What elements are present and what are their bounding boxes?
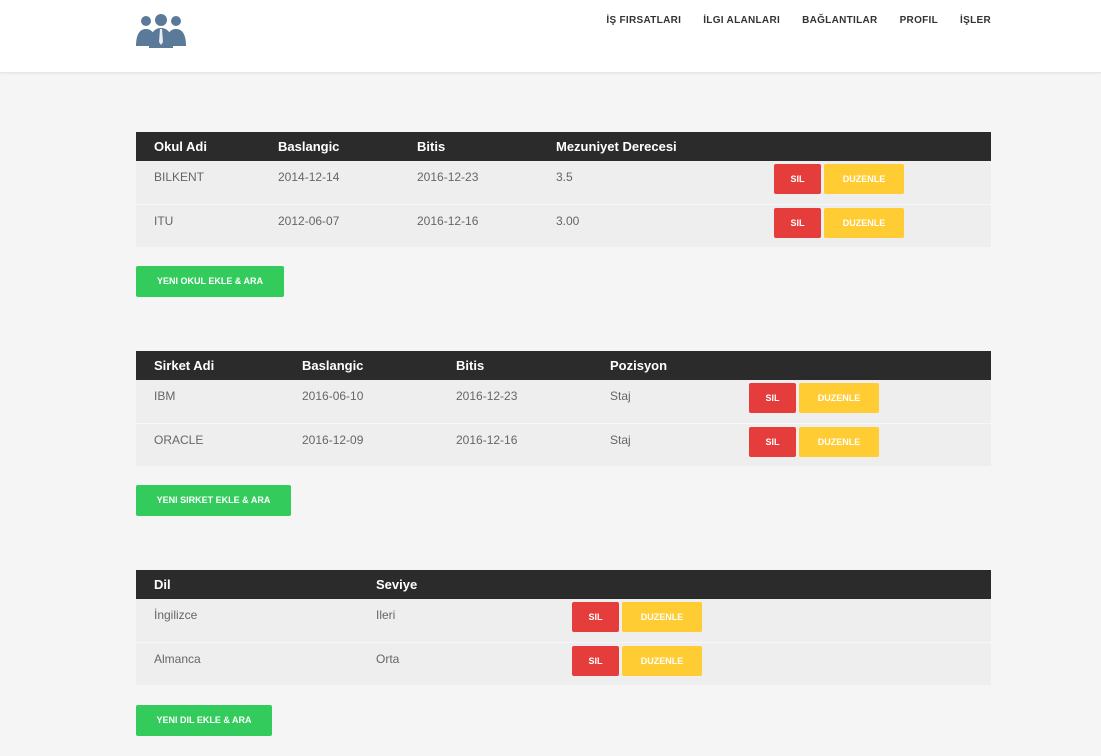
table-header-row: Sirket Adi Baslangic Bitis Pozisyon bbox=[136, 351, 991, 380]
delete-button[interactable]: SIL bbox=[572, 602, 619, 632]
table-cell: Ileri bbox=[376, 608, 396, 622]
table-cell: Orta bbox=[358, 641, 554, 685]
add-language-button[interactable]: YENI DIL EKLE & ARA bbox=[136, 705, 272, 736]
education-table: Okul Adi Baslangic Bitis Mezuniyet Derec… bbox=[136, 132, 991, 247]
table-cell: Staj bbox=[592, 422, 731, 466]
row-actions: SIL DUZENLE bbox=[731, 422, 991, 466]
table-row: ITU 2012-06-07 2016-12-16 3.00 SIL DUZENL… bbox=[136, 203, 991, 247]
nav-item-baglantilar[interactable]: BAĞLANTILAR bbox=[802, 15, 878, 26]
table-cell: 2014-12-14 bbox=[278, 170, 340, 184]
work-table: Sirket Adi Baslangic Bitis Pozisyon IBM … bbox=[136, 351, 991, 466]
edit-button[interactable]: DUZENLE bbox=[824, 207, 904, 238]
column-header-actions bbox=[554, 570, 991, 599]
edit-button[interactable]: DUZENLE bbox=[622, 645, 702, 676]
add-company-button[interactable]: YENI SIRKET EKLE & ARA bbox=[136, 485, 291, 516]
table-cell: İngilizce bbox=[154, 608, 198, 622]
delete-button[interactable]: SIL bbox=[749, 383, 796, 413]
row-actions: SIL DUZENLE bbox=[554, 599, 991, 642]
row-actions: SIL DUZENLE bbox=[554, 641, 991, 685]
delete-button[interactable]: SIL bbox=[749, 426, 796, 457]
delete-button[interactable]: SIL bbox=[774, 207, 821, 238]
column-header-actions bbox=[756, 132, 991, 161]
table-row: ORACLE 2016-12-09 2016-12-16 Staj SIL DUZ… bbox=[136, 422, 991, 466]
column-header-actions bbox=[731, 351, 991, 380]
top-navbar: İŞ FIRSATLARI İLGI ALANLARI BAĞLANTILAR … bbox=[0, 0, 1101, 73]
table-cell: 3.00 bbox=[538, 203, 756, 247]
table-row: İngilizce Ileri SIL DUZENLE bbox=[136, 599, 991, 642]
languages-section: Dil Seviye İngilizce Ileri SIL DUZENLE Al… bbox=[136, 570, 991, 685]
table-cell: 2016-06-10 bbox=[302, 389, 364, 403]
table-cell: IBM bbox=[154, 389, 176, 403]
column-header: Seviye bbox=[376, 577, 418, 592]
column-header: Sirket Adi bbox=[154, 358, 215, 373]
people-group-icon[interactable] bbox=[136, 12, 186, 48]
languages-table: Dil Seviye İngilizce Ileri SIL DUZENLE Al… bbox=[136, 570, 991, 685]
edit-button[interactable]: DUZENLE bbox=[824, 164, 904, 194]
table-cell: BILKENT bbox=[154, 170, 205, 184]
table-cell: Almanca bbox=[136, 641, 358, 685]
table-header-row: Okul Adi Baslangic Bitis Mezuniyet Derec… bbox=[136, 132, 991, 161]
table-cell: ORACLE bbox=[136, 422, 284, 466]
column-header: Baslangic bbox=[302, 358, 364, 373]
table-cell: 2016-12-23 bbox=[417, 170, 479, 184]
add-school-button[interactable]: YENI OKUL EKLE & ARA bbox=[136, 266, 284, 297]
work-section: Sirket Adi Baslangic Bitis Pozisyon IBM … bbox=[136, 351, 991, 466]
table-cell: 2012-06-07 bbox=[260, 203, 399, 247]
education-section: Okul Adi Baslangic Bitis Mezuniyet Derec… bbox=[136, 132, 991, 247]
column-header: Okul Adi bbox=[154, 139, 207, 154]
column-header: Bitis bbox=[417, 139, 446, 154]
table-cell: 3.5 bbox=[556, 170, 573, 184]
delete-button[interactable]: SIL bbox=[774, 164, 821, 194]
table-row: Almanca Orta SIL DUZENLE bbox=[136, 641, 991, 685]
table-row: IBM 2016-06-10 2016-12-23 Staj SIL DUZENL… bbox=[136, 380, 991, 423]
table-row: BILKENT 2014-12-14 2016-12-23 3.5 SIL DUZ… bbox=[136, 161, 991, 204]
nav-item-isler[interactable]: İŞLER bbox=[960, 15, 991, 26]
row-actions: SIL DUZENLE bbox=[731, 380, 991, 423]
row-actions: SIL DUZENLE bbox=[756, 161, 991, 204]
table-cell: 2016-12-16 bbox=[399, 203, 538, 247]
column-header: Dil bbox=[154, 577, 171, 592]
table-cell: 2016-12-16 bbox=[438, 422, 592, 466]
row-actions: SIL DUZENLE bbox=[756, 203, 991, 247]
table-cell: 2016-12-23 bbox=[456, 389, 518, 403]
nav-item-ilgi-alanlari[interactable]: İLGI ALANLARI bbox=[703, 15, 780, 26]
table-cell: ITU bbox=[136, 203, 260, 247]
delete-button[interactable]: SIL bbox=[572, 645, 619, 676]
table-cell: Staj bbox=[610, 389, 631, 403]
main-nav: İŞ FIRSATLARI İLGI ALANLARI BAĞLANTILAR … bbox=[584, 15, 991, 26]
column-header: Bitis bbox=[456, 358, 485, 373]
column-header: Pozisyon bbox=[610, 358, 668, 373]
nav-item-is-firsatlari[interactable]: İŞ FIRSATLARI bbox=[606, 15, 681, 26]
column-header: Baslangic bbox=[278, 139, 340, 154]
table-cell: 2016-12-09 bbox=[284, 422, 438, 466]
edit-button[interactable]: DUZENLE bbox=[622, 602, 702, 632]
nav-item-profil[interactable]: PROFIL bbox=[900, 15, 938, 26]
edit-button[interactable]: DUZENLE bbox=[799, 426, 879, 457]
edit-button[interactable]: DUZENLE bbox=[799, 383, 879, 413]
column-header: Mezuniyet Derecesi bbox=[556, 139, 677, 154]
table-header-row: Dil Seviye bbox=[136, 570, 991, 599]
